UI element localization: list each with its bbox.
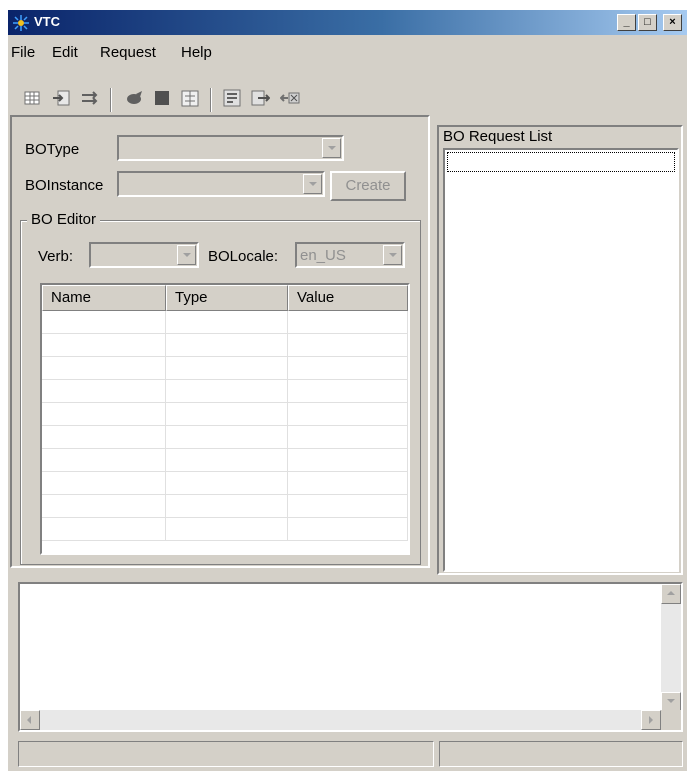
column-header-value[interactable]: Value [288,285,408,311]
table-cell[interactable] [42,449,166,472]
output-area[interactable] [18,582,683,732]
table-row[interactable] [42,495,408,518]
table-cell[interactable] [166,449,288,472]
table-cell[interactable] [288,334,408,357]
botype-label: BOType [25,141,80,158]
table-cell[interactable] [166,518,288,541]
horizontal-scrollbar[interactable] [20,710,661,730]
table-cell[interactable] [42,518,166,541]
table-cell[interactable] [288,495,408,518]
table-header: Name Type Value [42,285,408,311]
send-icon[interactable] [124,88,144,108]
table-row[interactable] [42,334,408,357]
column-header-name[interactable]: Name [42,285,166,311]
toolbar [22,88,422,112]
transfer-icon[interactable] [80,88,100,108]
table-cell[interactable] [166,403,288,426]
menu-bar: File Edit Request Help [8,40,687,62]
scroll-up-icon[interactable] [661,584,681,604]
verb-combo[interactable] [89,242,199,268]
maximize-button[interactable]: □ [638,14,657,31]
table-cell[interactable] [166,472,288,495]
bo-attribute-table: Name Type Value [40,283,410,555]
scroll-corner [661,710,681,730]
table-cell[interactable] [42,311,166,334]
table-cell[interactable] [42,357,166,380]
table-cell[interactable] [288,380,408,403]
chevron-down-icon[interactable] [303,174,322,194]
chevron-down-icon[interactable] [322,138,341,158]
table-cell[interactable] [42,426,166,449]
table-row[interactable] [42,380,408,403]
table-cell[interactable] [288,426,408,449]
export-icon[interactable] [250,88,270,108]
table-cell[interactable] [166,380,288,403]
status-pane-right [439,741,683,767]
exchange-icon[interactable] [180,88,200,108]
scroll-right-icon[interactable] [641,710,661,730]
scroll-left-icon[interactable] [20,710,40,730]
boinstance-label: BOInstance [25,177,104,194]
bolocale-label: BOLocale: [208,248,279,265]
table-cell[interactable] [42,472,166,495]
table-cell[interactable] [166,334,288,357]
botype-combo[interactable] [117,135,344,161]
table-row[interactable] [42,472,408,495]
bolocale-combo[interactable]: en_US [295,242,405,268]
menu-help[interactable]: Help [181,44,212,61]
table-cell[interactable] [288,403,408,426]
verb-label: Verb: [38,248,74,265]
status-pane-left [18,741,434,767]
table-cell[interactable] [42,334,166,357]
table-cell[interactable] [42,495,166,518]
menu-request[interactable]: Request [100,44,156,61]
table-row[interactable] [42,449,408,472]
title-bar[interactable]: VTC _ □ × [8,10,687,35]
chevron-down-icon[interactable] [177,245,196,265]
bo-editor-label: BO Editor [27,211,101,228]
delete-icon[interactable] [280,88,300,108]
table-cell[interactable] [166,495,288,518]
table-body [42,311,408,553]
table-row[interactable] [42,518,408,541]
create-button[interactable]: Create [330,171,406,201]
table-cell[interactable] [166,426,288,449]
table-cell[interactable] [288,357,408,380]
bolocale-value: en_US [300,247,346,264]
boinstance-combo[interactable] [117,171,325,197]
minimize-button[interactable]: _ [617,14,636,31]
table-cell[interactable] [166,357,288,380]
table-cell[interactable] [288,449,408,472]
table-cell[interactable] [42,380,166,403]
table-cell[interactable] [166,311,288,334]
toolbar-separator [210,88,212,112]
scroll-down-icon[interactable] [661,692,681,712]
vertical-scrollbar[interactable] [661,584,681,712]
import-icon[interactable] [52,88,72,108]
table-row[interactable] [42,426,408,449]
request-list-title: BO Request List [443,128,553,145]
table-cell[interactable] [288,518,408,541]
properties-icon[interactable] [222,88,242,108]
menu-edit[interactable]: Edit [52,44,78,61]
table-cell[interactable] [288,311,408,334]
window-title: VTC [34,14,60,29]
request-list[interactable] [443,148,679,572]
column-header-type[interactable]: Type [166,285,288,311]
menu-file[interactable]: File [11,44,35,61]
chevron-down-icon[interactable] [383,245,402,265]
table-cell[interactable] [288,472,408,495]
table-row[interactable] [42,357,408,380]
toolbar-separator [110,88,112,112]
table-row[interactable] [42,403,408,426]
stop-icon[interactable] [152,88,172,108]
list-focus-item[interactable] [447,152,675,172]
close-button[interactable]: × [663,14,682,31]
table-row[interactable] [42,311,408,334]
grid-icon[interactable] [22,88,42,108]
table-cell[interactable] [42,403,166,426]
app-icon [13,15,29,31]
